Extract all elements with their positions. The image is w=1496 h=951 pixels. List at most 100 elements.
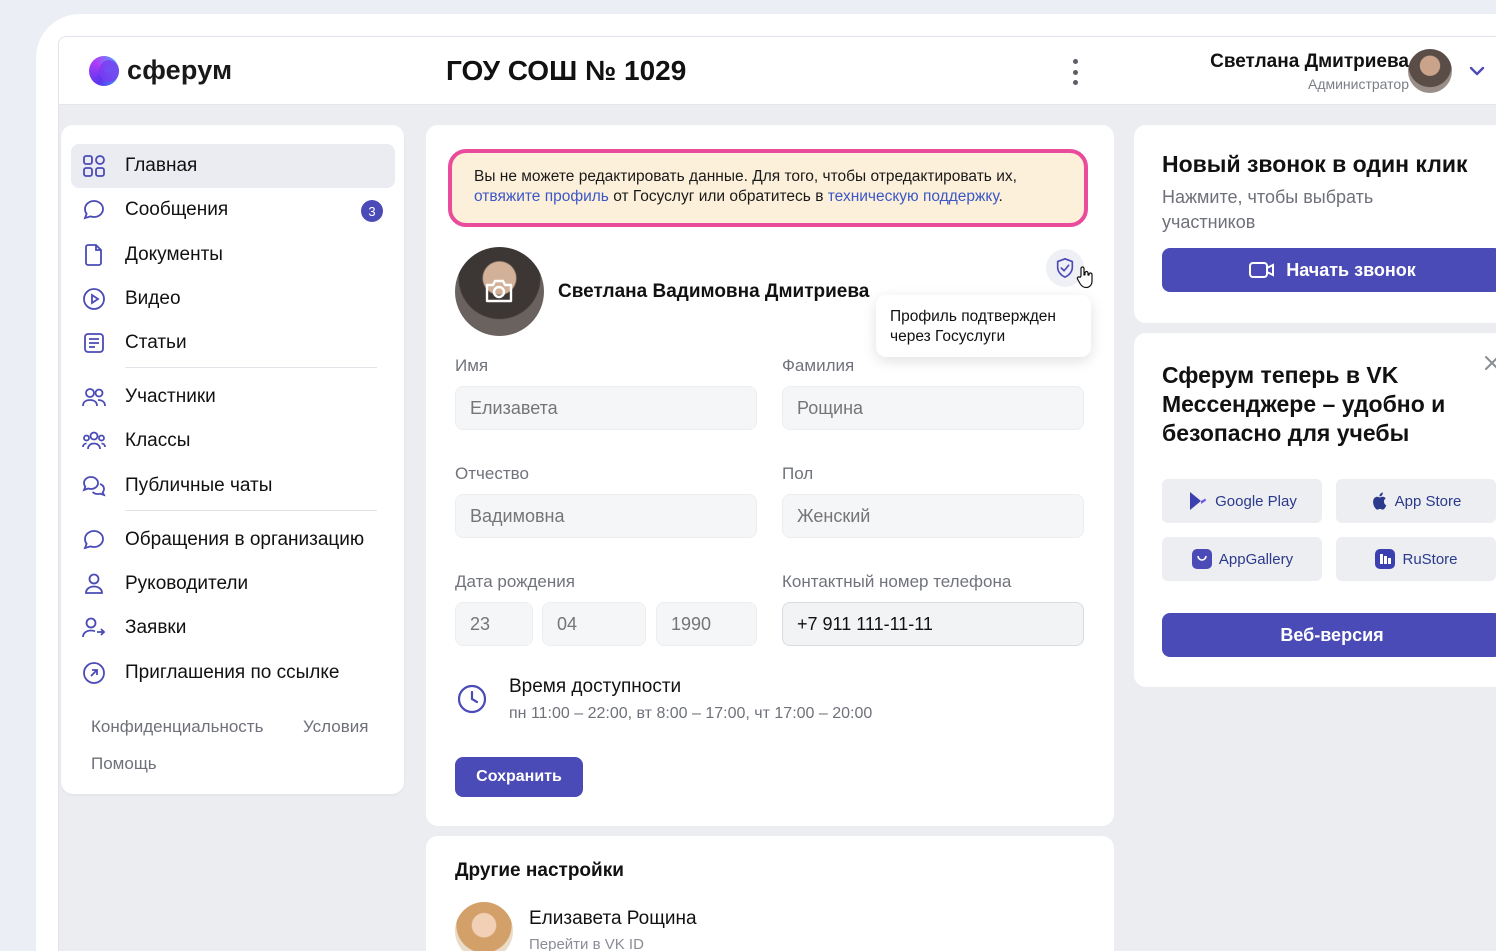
sidebar-item-label: Видео	[125, 288, 181, 309]
store-label: AppGallery	[1218, 550, 1294, 568]
warning-text: от Госуслуг или обратитесь в	[608, 188, 828, 205]
start-call-label: Начать звонок	[1286, 259, 1416, 280]
gender-label: Пол	[782, 464, 814, 483]
sidebar-item-label: Заявки	[125, 617, 187, 638]
sidebar-item-appeals[interactable]: Обращения в организацию	[71, 518, 395, 562]
sidebar-item-video[interactable]: Видео	[71, 277, 395, 321]
terms-link[interactable]: Условия	[303, 717, 368, 737]
appgallery-icon	[1191, 549, 1212, 569]
logo[interactable]: сферум	[89, 55, 232, 86]
camera-icon[interactable]	[484, 277, 514, 305]
birth-month-field[interactable]	[542, 602, 646, 646]
availability-value: пн 11:00 – 22:00, вт 8:00 – 17:00, чт 17…	[509, 705, 873, 722]
help-link[interactable]: Помощь	[91, 754, 157, 774]
store-label: Google Play	[1215, 492, 1297, 510]
sidebar-item-label: Классы	[125, 430, 191, 451]
sidebar-divider	[125, 510, 377, 511]
organization-title: ГОУ СОШ № 1029	[446, 55, 687, 86]
requests-icon	[82, 617, 106, 638]
sidebar-item-label: Обращения в организацию	[125, 529, 365, 550]
web-version-button[interactable]: Веб-версия	[1162, 613, 1496, 657]
warning-text: .	[998, 188, 1003, 205]
patronymic-field[interactable]	[455, 494, 757, 538]
linked-account-name: Елизавета Рощина	[529, 908, 697, 929]
sferum-logo-icon	[89, 55, 119, 86]
unlink-profile-link[interactable]: отвяжите профиль	[474, 188, 609, 205]
user-info[interactable]: Светлана Дмитриева Администратор	[1210, 51, 1409, 92]
sidebar-item-members[interactable]: Участники	[71, 375, 395, 419]
video-camera-icon	[1249, 262, 1275, 278]
last-name-label: Фамилия	[782, 356, 855, 375]
phone-field[interactable]	[782, 602, 1084, 646]
sidebar-item-label: Документы	[125, 244, 223, 265]
sidebar-item-managers[interactable]: Руководители	[71, 562, 395, 606]
sidebar-item-classes[interactable]: Классы	[71, 419, 395, 463]
sidebar-item-label: Сообщения	[125, 199, 229, 220]
play-circle-icon	[83, 288, 105, 310]
edit-warning-banner: Вы не можете редактировать данные. Для т…	[448, 149, 1088, 227]
sidebar-item-articles[interactable]: Статьи	[71, 321, 395, 365]
store-label: App Store	[1394, 492, 1462, 510]
vk-messenger-promo-card: Сферум теперь в VK Мессенджере – удобно …	[1134, 333, 1496, 687]
first-name-label: Имя	[455, 356, 489, 375]
appeal-bubble-icon	[83, 530, 104, 550]
sidebar-item-label: Руководители	[125, 573, 249, 594]
article-icon	[84, 333, 104, 353]
promo-title: Сферум теперь в VK Мессенджере – удобно …	[1162, 362, 1446, 446]
user-role: Администратор	[1307, 76, 1409, 92]
save-button[interactable]: Сохранить	[455, 757, 583, 797]
unread-badge: 3	[361, 200, 383, 222]
new-call-card: Новый звонок в один клик Нажмите, чтобы …	[1134, 125, 1496, 323]
chat-bubble-icon	[83, 200, 104, 220]
link-arrow-icon	[83, 662, 105, 684]
home-grid-icon	[83, 155, 105, 177]
document-icon	[85, 244, 102, 266]
sidebar-item-label: Приглашения по ссылке	[125, 662, 340, 683]
birth-day-field[interactable]	[455, 602, 533, 646]
phone-label: Контактный номер телефона	[782, 572, 1012, 591]
rustore-icon	[1375, 549, 1396, 569]
sidebar-item-messages[interactable]: Сообщения 3	[71, 188, 395, 232]
avatar[interactable]	[1408, 49, 1452, 93]
support-link[interactable]: техническую поддержку	[828, 188, 999, 205]
sidebar-item-label: Статьи	[125, 332, 187, 353]
hand-cursor-icon	[1076, 266, 1093, 289]
profile-card: Вы не можете редактировать данные. Для т…	[426, 125, 1114, 826]
sidebar-item-public-chats[interactable]: Публичные чаты	[71, 464, 395, 508]
sidebar-divider	[125, 367, 377, 368]
sidebar-item-documents[interactable]: Документы	[71, 233, 395, 277]
sidebar-item-label: Участники	[125, 386, 216, 407]
sidebar-item-requests[interactable]: Заявки	[71, 606, 395, 650]
apple-icon	[1372, 492, 1386, 510]
app-store-button[interactable]: App Store	[1336, 479, 1496, 523]
gender-select[interactable]	[782, 494, 1084, 538]
availability-title[interactable]: Время доступности	[509, 676, 681, 698]
rustore-button[interactable]: RuStore	[1336, 537, 1496, 581]
user-name: Светлана Дмитриева	[1210, 51, 1409, 72]
last-name-field[interactable]	[782, 386, 1084, 430]
logo-text: сферум	[127, 55, 233, 85]
sidebar-item-label: Главная	[125, 155, 198, 176]
privacy-link[interactable]: Конфиденциальность	[91, 717, 263, 737]
app-window: сферум ГОУ СОШ № 1029 Светлана Дмитриева…	[58, 36, 1496, 951]
chevron-down-icon[interactable]	[1467, 61, 1487, 81]
first-name-field[interactable]	[455, 386, 757, 430]
top-header: сферум ГОУ СОШ № 1029 Светлана Дмитриева…	[59, 37, 1496, 105]
new-call-title: Новый звонок в один клик	[1162, 151, 1468, 177]
close-icon[interactable]	[1482, 353, 1496, 373]
sidebar: Главная Сообщения 3 Документы Видео Стат…	[61, 125, 404, 794]
users-icon	[82, 388, 106, 407]
other-settings-title: Другие настройки	[455, 860, 624, 881]
new-call-subtitle: Нажмите, чтобы выбрать участников	[1162, 187, 1374, 232]
sidebar-item-home[interactable]: Главная	[71, 144, 395, 188]
more-menu-icon[interactable]	[1067, 59, 1083, 85]
vk-id-link[interactable]: Перейти в VK ID	[529, 936, 644, 951]
appgallery-button[interactable]: AppGallery	[1162, 537, 1322, 581]
sidebar-item-link-invites[interactable]: Приглашения по ссылке	[71, 651, 395, 695]
birth-year-field[interactable]	[656, 602, 757, 646]
person-icon	[85, 573, 103, 594]
clock-icon	[457, 684, 487, 714]
shield-check-icon	[1056, 258, 1074, 278]
start-call-button[interactable]: Начать звонок	[1162, 248, 1496, 292]
google-play-button[interactable]: Google Play	[1162, 479, 1322, 523]
